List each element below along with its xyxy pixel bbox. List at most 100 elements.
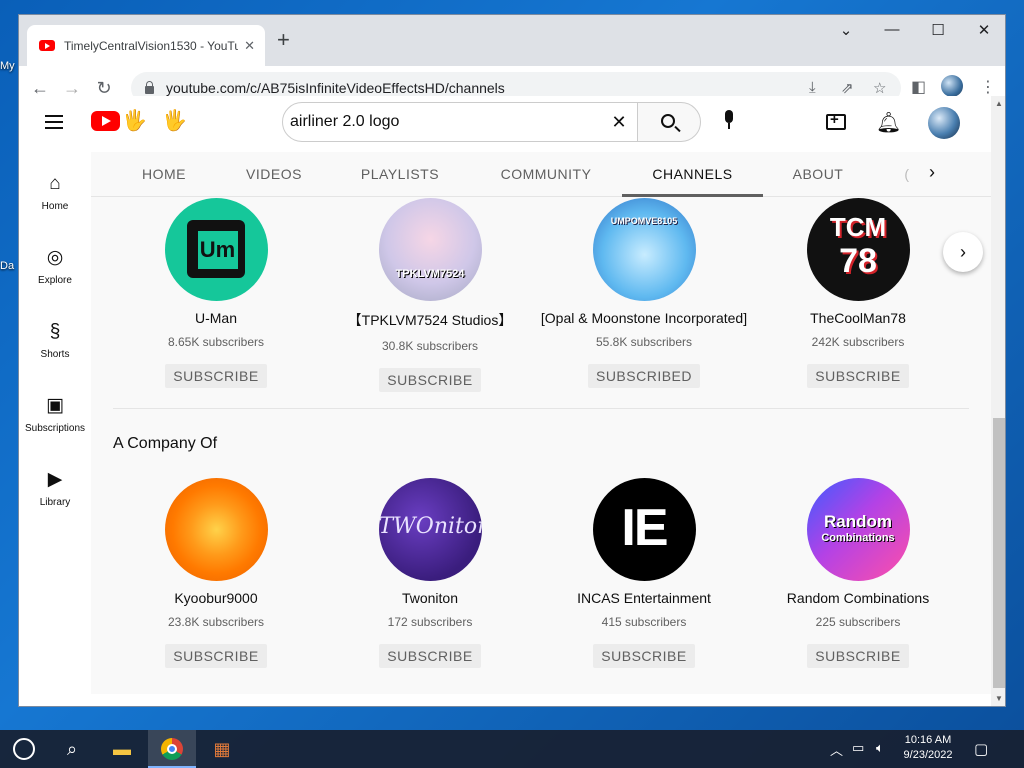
- desktop-icon-label[interactable]: My: [0, 60, 15, 72]
- page-scrollbar[interactable]: ▲ ▼: [991, 96, 1005, 706]
- shelf-next-button[interactable]: ›: [943, 232, 983, 272]
- channel-card[interactable]: IE INCAS Entertainment 415 subscribers S…: [537, 478, 751, 668]
- subscriber-count: 23.8K subscribers: [167, 615, 265, 629]
- hand-logo-icon[interactable]: 🖐: [162, 108, 187, 133]
- more-menu-icon[interactable]: ⋮: [980, 77, 996, 97]
- notification-center-icon[interactable]: ▢: [974, 740, 988, 758]
- guide-item-explore[interactable]: ◎ Explore: [19, 246, 91, 286]
- scroll-down-icon[interactable]: ▼: [995, 694, 1003, 703]
- new-tab-button[interactable]: +: [277, 29, 290, 51]
- minimize-button[interactable]: —: [869, 21, 915, 38]
- channel-card[interactable]: TPKLVM7524 【TPKLVM7524 Studios】 30.8K su…: [323, 198, 537, 392]
- maximize-button[interactable]: ☐: [915, 21, 961, 39]
- guide-item-subscriptions[interactable]: ▣ Subscriptions: [19, 394, 91, 434]
- show-hidden-icons-chevron-icon[interactable]: ︿: [830, 740, 843, 759]
- channel-name[interactable]: Twoniton: [323, 590, 537, 606]
- subscribe-button[interactable]: SUBSCRIBE: [165, 644, 267, 668]
- browser-window: TimelyCentralVision1530 - YouTube ✕ + ⌄ …: [18, 14, 1006, 707]
- subscriber-count: 225 subscribers: [815, 615, 901, 629]
- search-button[interactable]: [637, 102, 701, 142]
- browser-tab[interactable]: TimelyCentralVision1530 - YouTube ✕: [27, 25, 265, 66]
- avatar-text: 78: [839, 242, 877, 280]
- tab-playlists[interactable]: PLAYLISTS: [355, 152, 445, 197]
- network-icon[interactable]: ▭: [852, 740, 864, 756]
- hand-logo-icon[interactable]: 🖐: [122, 108, 147, 133]
- channel-card[interactable]: TCM 78 TheCoolMan78 242K subscribers SUB…: [751, 198, 965, 388]
- avatar-text: UMPOMVE8105: [610, 216, 678, 226]
- account-avatar[interactable]: [928, 107, 960, 139]
- subscribe-button[interactable]: SUBSCRIBE: [379, 644, 481, 668]
- channel-name[interactable]: 【TPKLVM7524 Studios】: [323, 310, 537, 330]
- search-field[interactable]: airliner 2.0 logo ✕: [282, 102, 638, 142]
- guide-item-home[interactable]: ⌂ Home: [19, 172, 91, 212]
- subscribed-button[interactable]: SUBSCRIBED: [587, 364, 701, 388]
- channel-name[interactable]: Kyoobur9000: [109, 590, 323, 606]
- channel-avatar[interactable]: UMPOMVE8105: [592, 198, 696, 301]
- volume-icon[interactable]: 🔈︎: [876, 740, 884, 756]
- channel-card[interactable]: Random Combinations Random Combinations …: [751, 478, 965, 668]
- channel-avatar[interactable]: [164, 478, 268, 581]
- tab-search-icon[interactable]: ⌄: [823, 21, 869, 39]
- guide-label: Shorts: [40, 349, 70, 360]
- notifications-bell-icon[interactable]: 🔔︎: [876, 110, 901, 135]
- channel-card[interactable]: Kyoobur9000 23.8K subscribers SUBSCRIBE: [109, 478, 323, 668]
- tab-more[interactable]: (: [901, 152, 913, 197]
- subscribe-button[interactable]: SUBSCRIBE: [593, 644, 695, 668]
- tab-about[interactable]: ABOUT: [785, 152, 851, 197]
- channel-card[interactable]: UMPOMVE8105 [Opal & Moonstone Incorporat…: [537, 198, 751, 388]
- file-explorer-icon[interactable]: ▬: [98, 730, 146, 768]
- search-input[interactable]: airliner 2.0 logo: [290, 113, 601, 131]
- tab-community[interactable]: COMMUNITY: [491, 152, 601, 197]
- system-clock[interactable]: 10:16 AM 9/23/2022: [888, 733, 968, 763]
- bookmark-star-icon[interactable]: ☆: [873, 79, 886, 97]
- subscribe-button[interactable]: SUBSCRIBE: [807, 644, 909, 668]
- close-window-button[interactable]: ✕: [961, 21, 1005, 39]
- shelf-title[interactable]: A Company Of: [113, 435, 217, 453]
- tab-home[interactable]: HOME: [129, 152, 199, 197]
- subscribe-button[interactable]: SUBSCRIBE: [379, 368, 481, 392]
- channel-avatar[interactable]: Random Combinations: [806, 478, 910, 581]
- tab-videos[interactable]: VIDEOS: [239, 152, 309, 197]
- share-icon[interactable]: ⇗: [841, 79, 854, 97]
- tab-channels[interactable]: CHANNELS: [622, 152, 763, 197]
- side-panel-icon[interactable]: ◧: [911, 77, 926, 97]
- channel-name[interactable]: INCAS Entertainment: [537, 590, 751, 606]
- subscribe-button[interactable]: SUBSCRIBE: [807, 364, 909, 388]
- url-text[interactable]: youtube.com/c/AB75isInfiniteVideoEffects…: [166, 80, 505, 96]
- channel-name[interactable]: TheCoolMan78: [751, 310, 965, 326]
- channel-avatar[interactable]: TWOniton: [378, 478, 482, 581]
- taskbar-search-icon[interactable]: ⌕: [48, 730, 96, 768]
- guide-item-shorts[interactable]: § Shorts: [19, 320, 91, 360]
- scroll-up-icon[interactable]: ▲: [995, 99, 1003, 108]
- channel-card[interactable]: U-Man 8.65K subscribers SUBSCRIBE: [109, 198, 323, 388]
- channel-avatar[interactable]: [164, 198, 268, 301]
- channel-card[interactable]: TWOniton Twoniton 172 subscribers SUBSCR…: [323, 478, 537, 668]
- shelf-divider: [113, 408, 969, 409]
- clear-search-icon[interactable]: ✕: [601, 112, 637, 133]
- avatar-text: TWOniton: [378, 514, 482, 539]
- channel-name[interactable]: [Opal & Moonstone Incorporated]: [537, 310, 751, 326]
- channel-avatar[interactable]: TPKLVM7524: [378, 198, 482, 301]
- scrollbar-thumb[interactable]: [993, 418, 1005, 688]
- channel-name[interactable]: Random Combinations: [751, 590, 965, 606]
- create-video-icon[interactable]: [826, 111, 846, 130]
- app-taskbar-icon[interactable]: ▦: [198, 730, 246, 768]
- install-app-icon[interactable]: ⤓: [809, 79, 816, 96]
- menu-icon[interactable]: [45, 115, 63, 129]
- tab-close-icon[interactable]: ✕: [244, 38, 255, 54]
- profile-avatar[interactable]: [941, 75, 963, 97]
- start-button[interactable]: [0, 730, 48, 768]
- voice-search-icon[interactable]: [719, 107, 739, 133]
- chrome-icon[interactable]: [148, 730, 196, 768]
- channel-avatar[interactable]: TCM 78: [806, 198, 910, 301]
- avatar-text: IE: [621, 499, 668, 557]
- subscribe-button[interactable]: SUBSCRIBE: [165, 364, 267, 388]
- youtube-logo-icon[interactable]: [91, 111, 120, 131]
- chevron-right-icon[interactable]: ›: [929, 162, 935, 183]
- channel-avatar[interactable]: IE: [592, 478, 696, 581]
- clock-time: 10:16 AM: [904, 734, 952, 746]
- lock-icon[interactable]: [145, 81, 154, 94]
- channel-name[interactable]: U-Man: [109, 310, 323, 326]
- guide-item-library[interactable]: ▶ Library: [19, 468, 91, 508]
- desktop-icon-label[interactable]: Da: [0, 260, 14, 272]
